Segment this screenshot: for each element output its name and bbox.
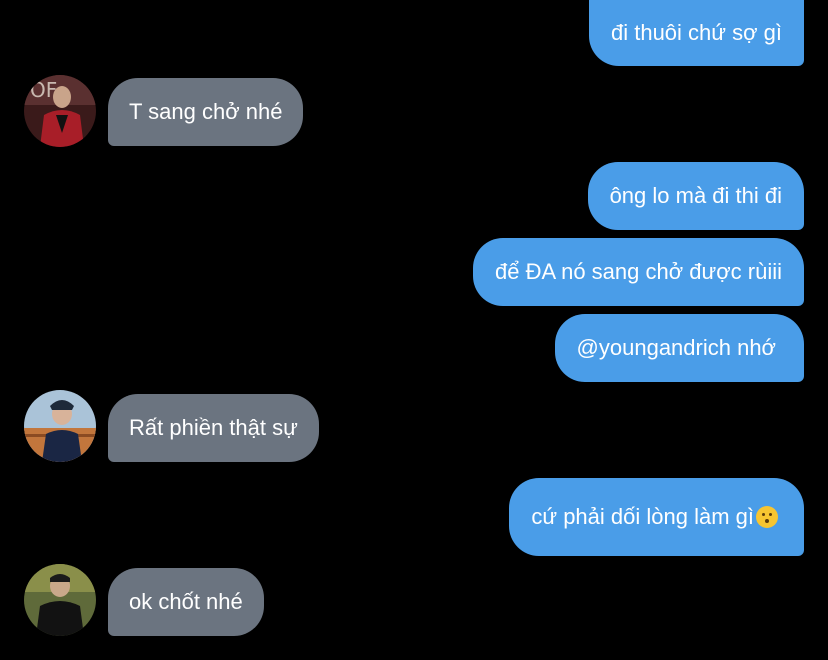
message-bubble-sent[interactable]: cứ phải dối lòng làm gì: [509, 478, 804, 556]
avatar-image: [24, 564, 96, 636]
kissing-face-emoji-icon: [756, 506, 778, 528]
message-text: đi thuôi chứ sợ gì: [610, 20, 782, 45]
message-text: để ĐA nó sang chở được rùiii: [495, 259, 782, 284]
message-bubble-sent[interactable]: đi thuôi chứ sợ gì: [588, 0, 804, 66]
message-text: ok chốt nhé: [129, 589, 243, 614]
avatar-image: [24, 390, 96, 462]
message-bubble-received[interactable]: Rất phiền thật sự: [108, 394, 319, 462]
message-text: cứ phải dối lòng làm gì: [531, 504, 754, 529]
avatar[interactable]: [24, 390, 96, 462]
message-bubble-sent[interactable]: ông lo mà đi thi đi: [587, 162, 804, 230]
avatar[interactable]: [24, 564, 96, 636]
avatar-image: OF: [24, 75, 96, 147]
message-bubble-received[interactable]: T sang chở nhé: [108, 78, 304, 146]
message-text: T sang chở nhé: [129, 99, 283, 124]
message-bubble-received[interactable]: ok chốt nhé: [108, 568, 264, 636]
message-bubble-sent[interactable]: để ĐA nó sang chở được rùiii: [473, 238, 804, 306]
message-bubble-sent[interactable]: @youngandrich nhớ: [554, 314, 804, 382]
message-text: Rất phiền thật sự: [129, 415, 298, 440]
avatar[interactable]: OF: [24, 75, 96, 147]
message-text: @youngandrich nhớ: [576, 335, 776, 360]
message-text: ông lo mà đi thi đi: [609, 183, 782, 208]
